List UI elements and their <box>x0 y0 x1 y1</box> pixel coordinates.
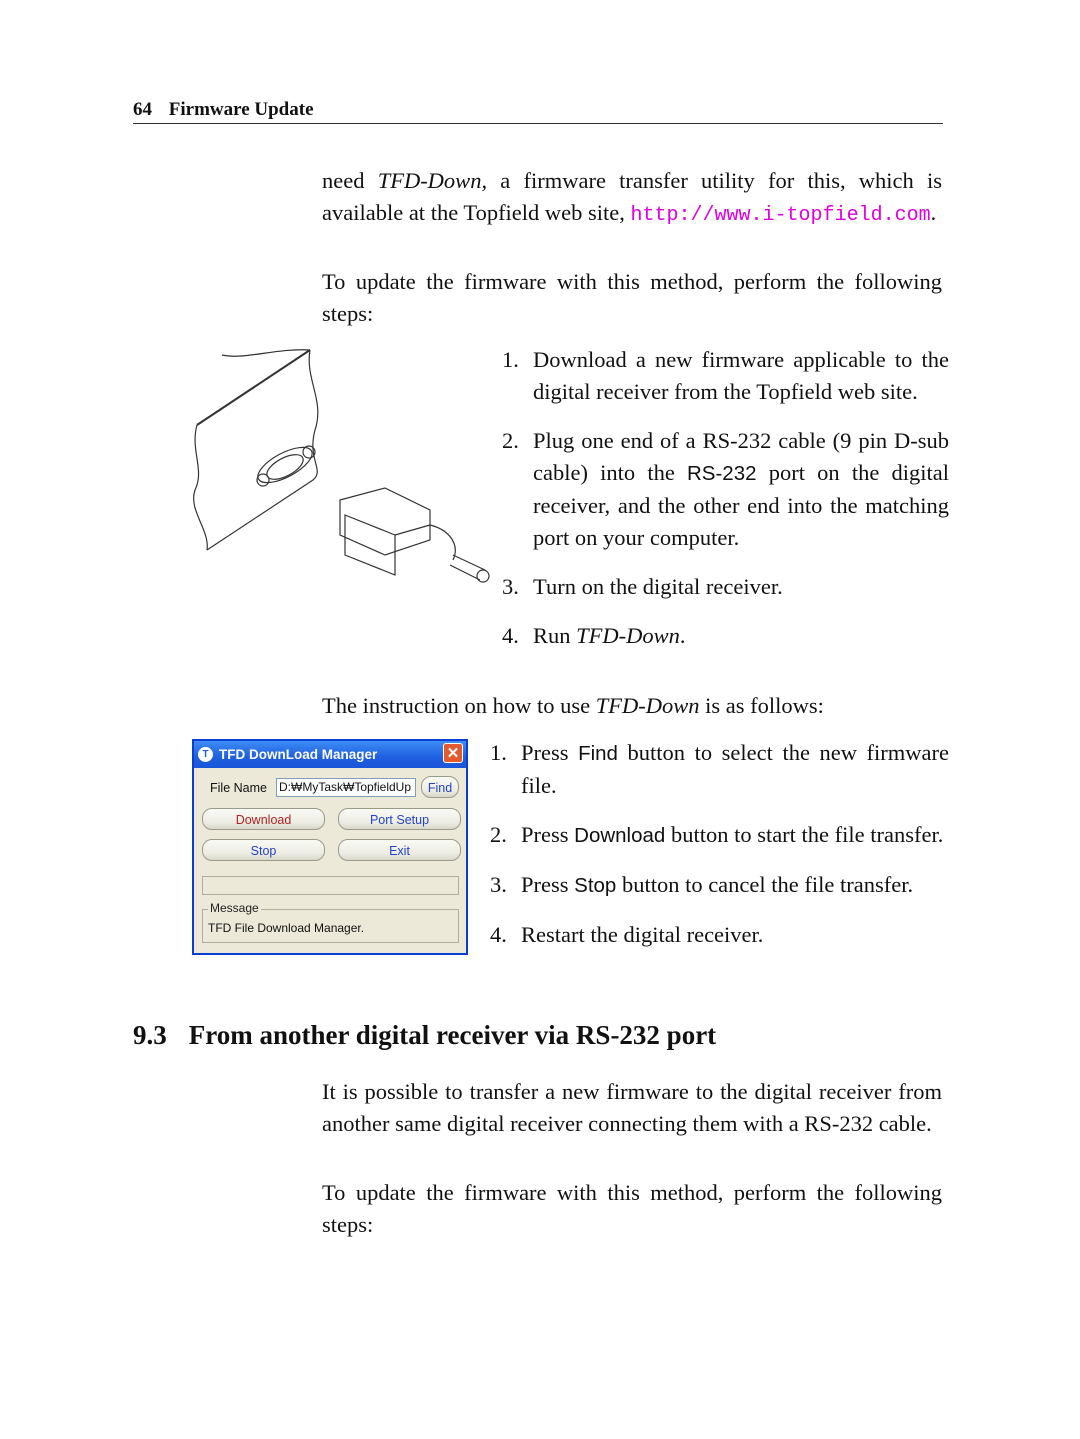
tool-name: TFD-Down <box>595 693 700 718</box>
list-item: 3. Turn on the digital receiver. <box>502 571 949 603</box>
section-title: From another digital receiver via RS-232… <box>188 1020 717 1050</box>
exit-button[interactable]: Exit <box>338 839 461 861</box>
window-title: TFD DownLoad Manager <box>219 747 378 762</box>
list-item: 2. Press Download button to start the fil… <box>490 819 949 852</box>
item-number: 4. <box>502 623 519 648</box>
stop-button[interactable]: Stop <box>202 839 325 861</box>
item-number: 1. <box>490 740 507 765</box>
item-text: . <box>679 623 686 648</box>
list-item: 4. Restart the digital receiver. <box>490 919 949 951</box>
item-text: Run <box>533 623 577 648</box>
page-number: 64 <box>133 99 152 120</box>
chapter-title: Firmware Update <box>168 99 314 120</box>
item-number: 1. <box>502 347 519 372</box>
text: need <box>322 168 378 193</box>
item-text: Press <box>521 872 575 897</box>
item-number: 4. <box>490 922 507 947</box>
progress-bar <box>202 876 459 895</box>
list-item: 3. Press Stop button to cancel the file t… <box>490 869 949 902</box>
close-button[interactable]: ✕ <box>443 743 463 763</box>
item-text: Download a new firmware applicable to th… <box>533 347 949 404</box>
item-number: 2. <box>490 822 507 847</box>
list-item: 4. Run TFD-Down. <box>502 620 949 652</box>
tfd-logo-icon: T <box>198 747 213 762</box>
item-text: Restart the digital receiver. <box>521 922 764 947</box>
steps-list-b: 1. Press Find button to select the new fi… <box>490 737 949 951</box>
title-bar[interactable]: T TFD DownLoad Manager <box>194 741 466 768</box>
list-item: 1. Download a new firmware applicable to … <box>502 344 949 408</box>
find-button[interactable]: Find <box>421 776 459 798</box>
message-group: Message TFD File Download Manager. <box>202 901 459 943</box>
item-text: button to cancel the file transfer. <box>616 872 914 897</box>
section-paragraph-2: To update the firmware with this method,… <box>322 1180 942 1237</box>
item-number: 3. <box>490 872 507 897</box>
item-text: button to start the file transfer. <box>665 822 944 847</box>
message-text: TFD File Download Manager. <box>208 921 365 935</box>
item-text: Turn on the digital receiver. <box>533 574 783 599</box>
tool-name: TFD-Down <box>377 168 482 193</box>
list-item: 2. Plug one end of a RS-232 cable (9 pin … <box>502 425 949 554</box>
section-number: 9.3 <box>133 1020 167 1050</box>
steps-list-a: 1. Download a new firmware applicable to … <box>502 344 949 652</box>
item-text: Press <box>521 822 575 847</box>
intro-paragraph-2: To update the firmware with this method,… <box>322 269 942 326</box>
item-text: Press <box>521 740 579 765</box>
rs232-connector-illustration <box>193 349 490 583</box>
file-name-label: File Name <box>210 781 267 795</box>
tool-name: TFD-Down <box>576 623 680 648</box>
running-header: 64 Firmware Update <box>133 99 943 124</box>
find-keyword: Find <box>578 742 618 765</box>
list-item: 1. Press Find button to select the new fi… <box>490 737 949 802</box>
text: The instruction on how to use <box>322 693 596 718</box>
section-heading: 9.3 From another digital receiver via RS-… <box>133 1020 716 1051</box>
intro-paragraph-1: need TFD-Down, a firmware transfer utili… <box>322 165 942 232</box>
text: . <box>930 200 937 225</box>
tfd-download-manager-window: T TFD DownLoad Manager ✕ File Name D:₩My… <box>192 739 468 955</box>
file-name-input[interactable]: D:₩MyTask₩TopfieldUp <box>276 778 416 797</box>
port-keyword: RS-232 <box>687 462 757 485</box>
download-button[interactable]: Download <box>202 808 325 830</box>
item-number: 3. <box>502 574 519 599</box>
stop-keyword: Stop <box>574 874 617 897</box>
instruction-paragraph: The instruction on how to use TFD-Down i… <box>322 690 942 722</box>
message-label: Message <box>208 901 261 915</box>
port-setup-button[interactable]: Port Setup <box>338 808 461 830</box>
text: is as follows: <box>699 693 824 718</box>
topfield-url-link[interactable]: http://www.i-topfield.com <box>631 204 931 227</box>
section-paragraph-1: It is possible to transfer a new firmwar… <box>322 1079 942 1136</box>
item-number: 2. <box>502 428 519 453</box>
download-keyword: Download <box>574 824 666 847</box>
